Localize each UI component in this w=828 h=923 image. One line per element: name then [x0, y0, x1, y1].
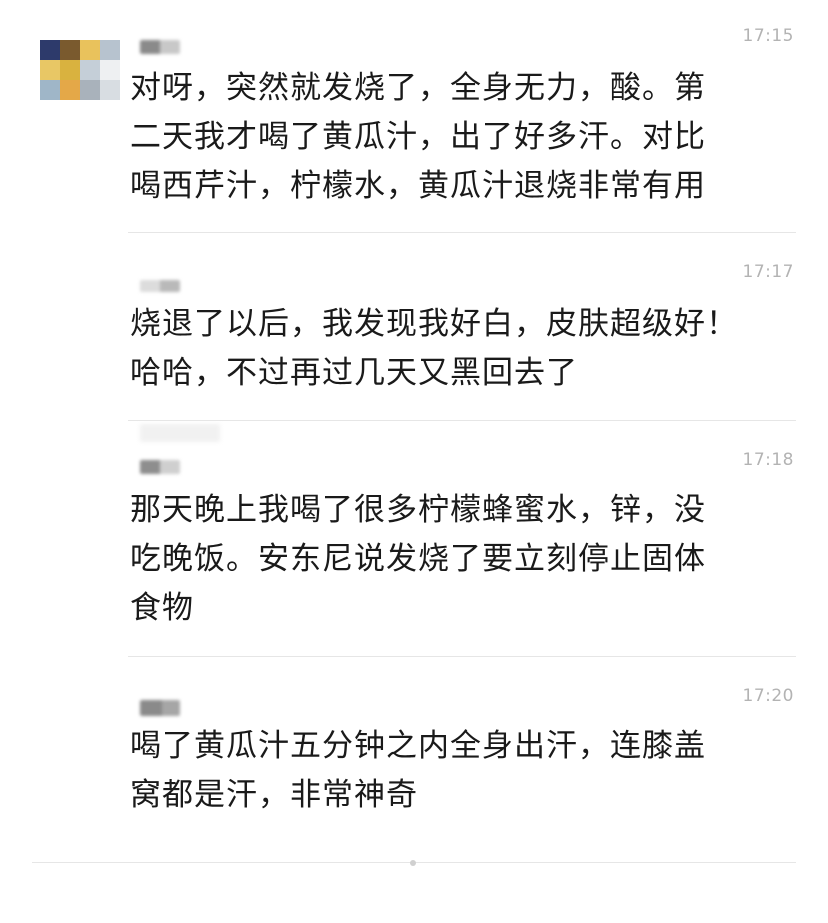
- message-timestamp: 17:15: [742, 26, 794, 46]
- message-divider: [128, 232, 796, 233]
- message-text: 对呀，突然就发烧了，全身无力，酸。第 二天我才喝了黄瓜汁，出了好多汗。对比 喝西…: [130, 70, 706, 204]
- message-divider: [128, 656, 796, 657]
- message-text: 那天晚上我喝了很多柠檬蜂蜜水，锌，没 吃晚饭。安东尼说发烧了要立刻停止固体 食物: [130, 492, 706, 626]
- message-timestamp: 17:18: [742, 450, 794, 470]
- message-text: 烧退了以后，我发现我好白，皮肤超级好！ 哈哈，不过再过几天又黑回去了: [130, 306, 738, 391]
- sender-name-blurred[interactable]: [140, 460, 180, 474]
- blurred-remnant: [140, 424, 220, 442]
- sender-name-blurred[interactable]: [140, 700, 180, 716]
- avatar[interactable]: [40, 40, 120, 100]
- message-divider: [128, 420, 796, 421]
- message-text: 喝了黄瓜汁五分钟之内全身出汗，连膝盖 窝都是汗，非常神奇: [130, 728, 706, 813]
- bottom-indicator-dot: [410, 860, 416, 866]
- message-timestamp: 17:17: [742, 262, 794, 282]
- sender-name-blurred[interactable]: [140, 280, 180, 292]
- message-timestamp: 17:20: [742, 686, 794, 706]
- sender-name-blurred[interactable]: [140, 40, 180, 54]
